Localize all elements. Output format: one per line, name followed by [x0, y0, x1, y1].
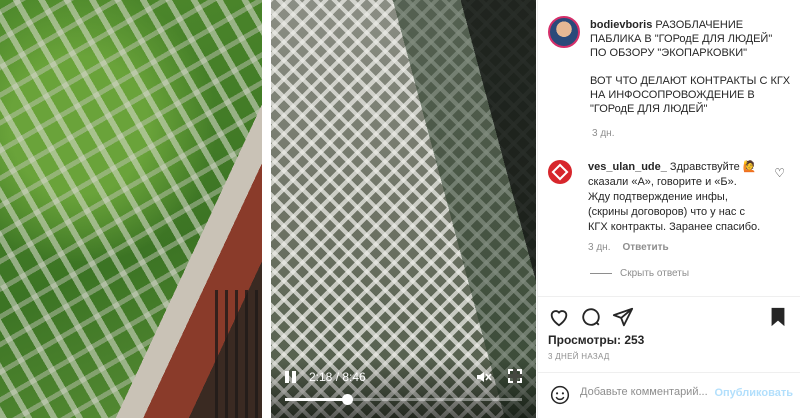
reply-button[interactable]: Ответить	[622, 242, 668, 253]
comment-line: Жду подтверждение инфы,	[588, 191, 728, 203]
post-date: 3 ДНЕЙ НАЗАД	[548, 352, 610, 361]
comment-text: ves_ulan_ude_ Здравствуйте 🙋 сказали «А»…	[588, 160, 766, 235]
avatar[interactable]	[548, 16, 580, 48]
video-frame	[271, 0, 536, 418]
video-progress-bar[interactable]	[285, 394, 522, 405]
video-controls: 2:18 / 8:46	[271, 358, 536, 418]
post-caption: bodievboris РАЗОБЛАЧЕНИЕ ПАБЛИКА В "ГОРо…	[590, 18, 800, 116]
caption-line: НА ИНФОСОПРОВОЖДЕНИЕ В	[590, 89, 755, 101]
divider-line	[590, 273, 612, 274]
divider	[538, 296, 800, 297]
fullscreen-icon[interactable]	[508, 369, 522, 383]
bookmark-icon[interactable]	[767, 306, 789, 328]
comment-input[interactable]	[580, 386, 710, 398]
publish-button[interactable]: Опубликовать	[714, 387, 793, 399]
hide-replies-label: Скрыть ответы	[620, 268, 690, 279]
heart-icon[interactable]	[548, 306, 570, 328]
comment-meta: 3 дн. Ответить	[588, 242, 669, 253]
smiley-icon[interactable]	[550, 385, 570, 405]
comment-bubble-icon[interactable]	[580, 306, 602, 328]
caption-line: ПО ОБЗОРУ "ЭКОПАРКОВКИ"	[590, 47, 748, 59]
post-actions	[548, 306, 793, 330]
add-comment-bar: Опубликовать	[538, 372, 800, 418]
video-player[interactable]: 2:18 / 8:46	[271, 0, 536, 418]
video-progress-knob[interactable]	[342, 394, 354, 405]
comment-line: сказали «А», говорите и «Б».	[588, 176, 737, 188]
comment-line: КГХ контракты. Заранее спасибо.	[588, 221, 761, 233]
video-time: 2:18 / 8:46	[309, 370, 366, 384]
caption-line: РАЗОБЛАЧЕНИЕ	[655, 19, 744, 31]
video-progress-fill	[285, 398, 348, 401]
comment-line: Здравствуйте 🙋	[666, 161, 757, 173]
caption-line: "ГОРодЕ ДЛЯ ЛЮДЕЙ"	[590, 103, 708, 115]
comment-avatar[interactable]	[548, 160, 572, 184]
views-count: Просмотры: 253	[548, 333, 645, 347]
post-time: 3 дн.	[592, 128, 615, 139]
comment-time: 3 дн.	[588, 242, 611, 253]
paper-plane-icon[interactable]	[612, 306, 634, 328]
photo-green-wall	[0, 0, 262, 418]
caption-line: ВОТ ЧТО ДЕЛАЮТ КОНТРАКТЫ С КГХ	[590, 75, 791, 87]
comment-username[interactable]: ves_ulan_ude_	[588, 161, 667, 173]
post-panel: bodievboris РАЗОБЛАЧЕНИЕ ПАБЛИКА В "ГОРо…	[537, 0, 800, 418]
hide-replies-button[interactable]: Скрыть ответы	[590, 268, 689, 279]
post-username[interactable]: bodievboris	[590, 19, 652, 31]
mute-icon[interactable]	[476, 369, 492, 385]
comment-line: (скрины договоров) что у нас с	[588, 206, 745, 218]
photo-railing	[215, 290, 262, 418]
pause-icon[interactable]	[285, 371, 297, 383]
comment-like-heart-icon[interactable]: ♡	[774, 166, 785, 180]
caption-line: ПАБЛИКА В "ГОРодЕ ДЛЯ ЛЮДЕЙ"	[590, 33, 773, 45]
